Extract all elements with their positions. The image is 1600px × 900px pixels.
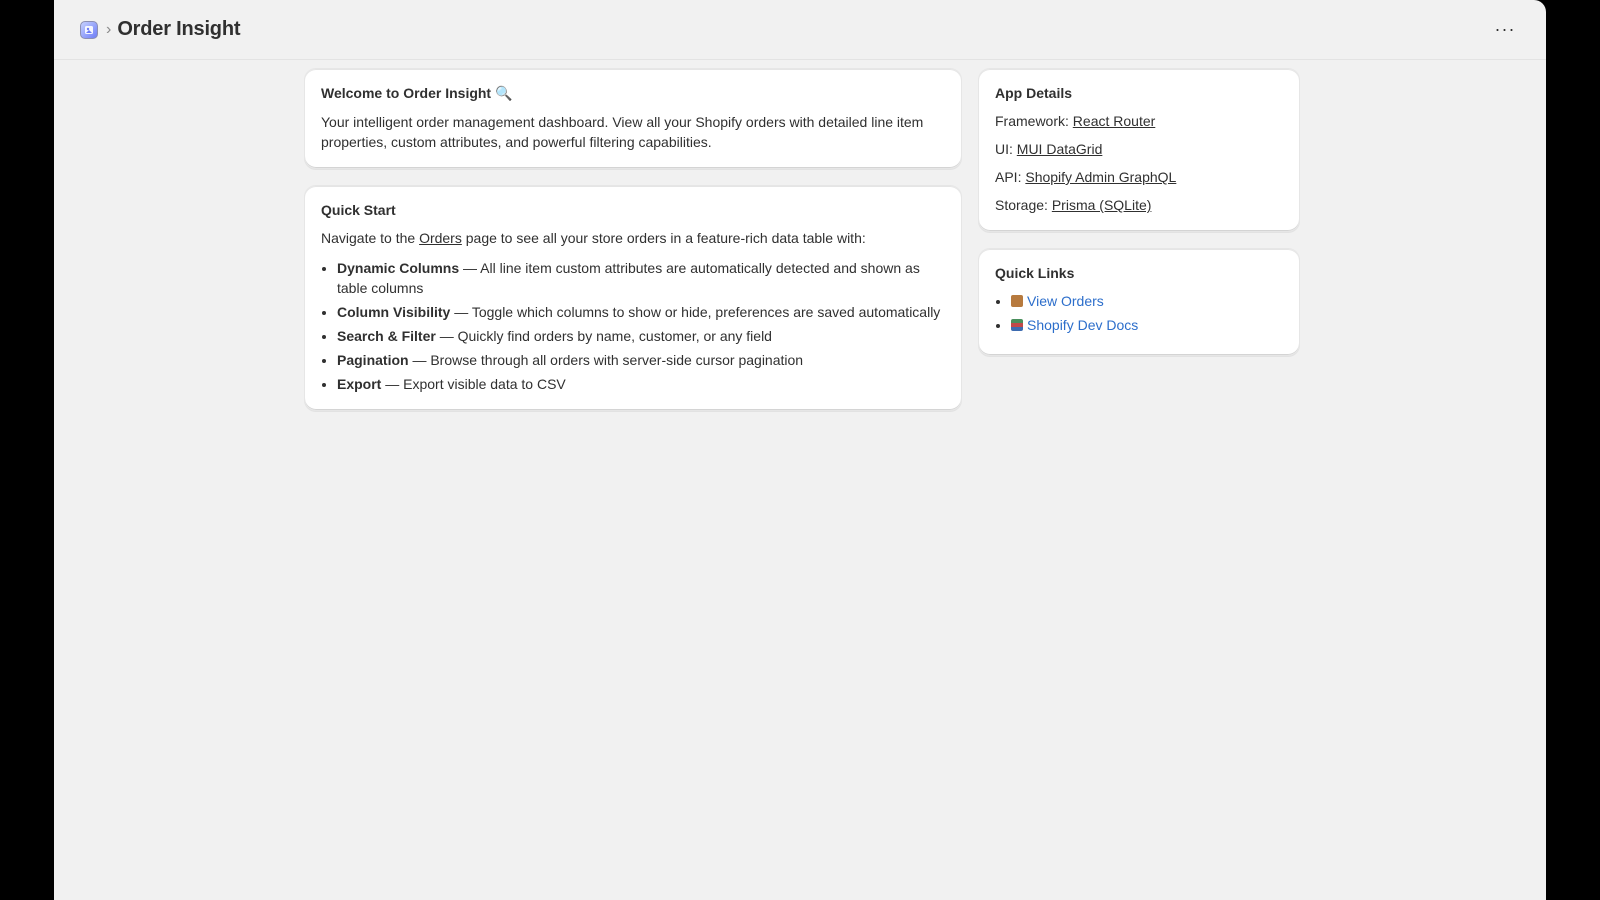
feature-desc: — Export visible data to CSV: [381, 376, 566, 392]
list-item: Export — Export visible data to CSV: [337, 374, 945, 394]
list-item: View Orders: [1011, 291, 1283, 311]
more-actions-button[interactable]: ···: [1490, 15, 1520, 45]
primary-column: Welcome to Order Insight 🔍 Your intellig…: [304, 68, 962, 411]
prisma-link[interactable]: Prisma (SQLite): [1052, 197, 1152, 213]
feature-name: Dynamic Columns: [337, 260, 460, 276]
mui-datagrid-link[interactable]: MUI DataGrid: [1017, 141, 1103, 157]
intro-text-tail: page to see all your store orders in a f…: [461, 230, 866, 246]
list-item: Pagination — Browse through all orders w…: [337, 350, 945, 370]
shopify-dev-docs-link[interactable]: Shopify Dev Docs: [1027, 317, 1138, 333]
list-item: Search & Filter — Quickly find orders by…: [337, 326, 945, 346]
books-icon: [1011, 319, 1023, 331]
detail-row-ui: UI: MUI DataGrid: [995, 139, 1283, 159]
feature-desc: — Toggle which columns to show or hide, …: [450, 304, 941, 320]
list-item: Dynamic Columns — All line item custom a…: [337, 258, 945, 298]
breadcrumb-separator: ›: [106, 20, 112, 38]
detail-label: Framework:: [995, 113, 1073, 129]
list-item: Column Visibility — Toggle which columns…: [337, 302, 945, 322]
feature-name: Column Visibility: [337, 304, 451, 320]
quick-links-list: View Orders Shopify Dev Docs: [995, 291, 1283, 335]
quick-start-card: Quick Start Navigate to the Orders page …: [304, 185, 962, 411]
feature-list: Dynamic Columns — All line item custom a…: [321, 258, 945, 394]
detail-label: UI:: [995, 141, 1017, 157]
quick-links-card: Quick Links View Orders Shopify Dev Docs: [978, 248, 1300, 356]
detail-label: Storage:: [995, 197, 1052, 213]
package-icon: [1011, 295, 1023, 307]
intro-text: Navigate to the: [321, 230, 420, 246]
title-bar: › Order Insight ···: [54, 0, 1546, 60]
welcome-card: Welcome to Order Insight 🔍 Your intellig…: [304, 68, 962, 169]
secondary-column: App Details Framework: React Router UI: …: [978, 68, 1300, 411]
app-details-card: App Details Framework: React Router UI: …: [978, 68, 1300, 232]
detail-label: API:: [995, 169, 1026, 185]
detail-row-api: API: Shopify Admin GraphQL: [995, 167, 1283, 187]
feature-name: Pagination: [337, 352, 409, 368]
main-content: Welcome to Order Insight 🔍 Your intellig…: [304, 68, 1302, 411]
app-window: › Order Insight ··· Welcome to Order Ins…: [54, 0, 1546, 900]
feature-desc: — Quickly find orders by name, customer,…: [435, 328, 772, 344]
ellipsis-icon: ···: [1494, 19, 1516, 39]
detail-row-storage: Storage: Prisma (SQLite): [995, 195, 1283, 215]
quick-links-heading: Quick Links: [995, 265, 1075, 281]
detail-row-framework: Framework: React Router: [995, 111, 1283, 131]
react-router-link[interactable]: React Router: [1073, 113, 1155, 129]
quick-start-intro: Navigate to the Orders page to see all y…: [321, 228, 945, 248]
list-item: Shopify Dev Docs: [1011, 315, 1283, 335]
feature-name: Export: [337, 376, 382, 392]
view-orders-link[interactable]: View Orders: [1027, 293, 1104, 309]
feature-desc: — Browse through all orders with server-…: [408, 352, 804, 368]
quick-start-heading: Quick Start: [321, 202, 396, 218]
app-details-heading: App Details: [995, 85, 1073, 101]
welcome-body: Your intelligent order management dashbo…: [321, 114, 924, 150]
welcome-heading: Welcome to Order Insight 🔍: [321, 85, 513, 101]
page-title: Order Insight: [117, 18, 241, 40]
shopify-graphql-link[interactable]: Shopify Admin GraphQL: [1025, 169, 1176, 185]
orders-link[interactable]: Orders: [419, 230, 462, 246]
app-logo-icon[interactable]: [80, 20, 98, 39]
feature-name: Search & Filter: [337, 328, 436, 344]
